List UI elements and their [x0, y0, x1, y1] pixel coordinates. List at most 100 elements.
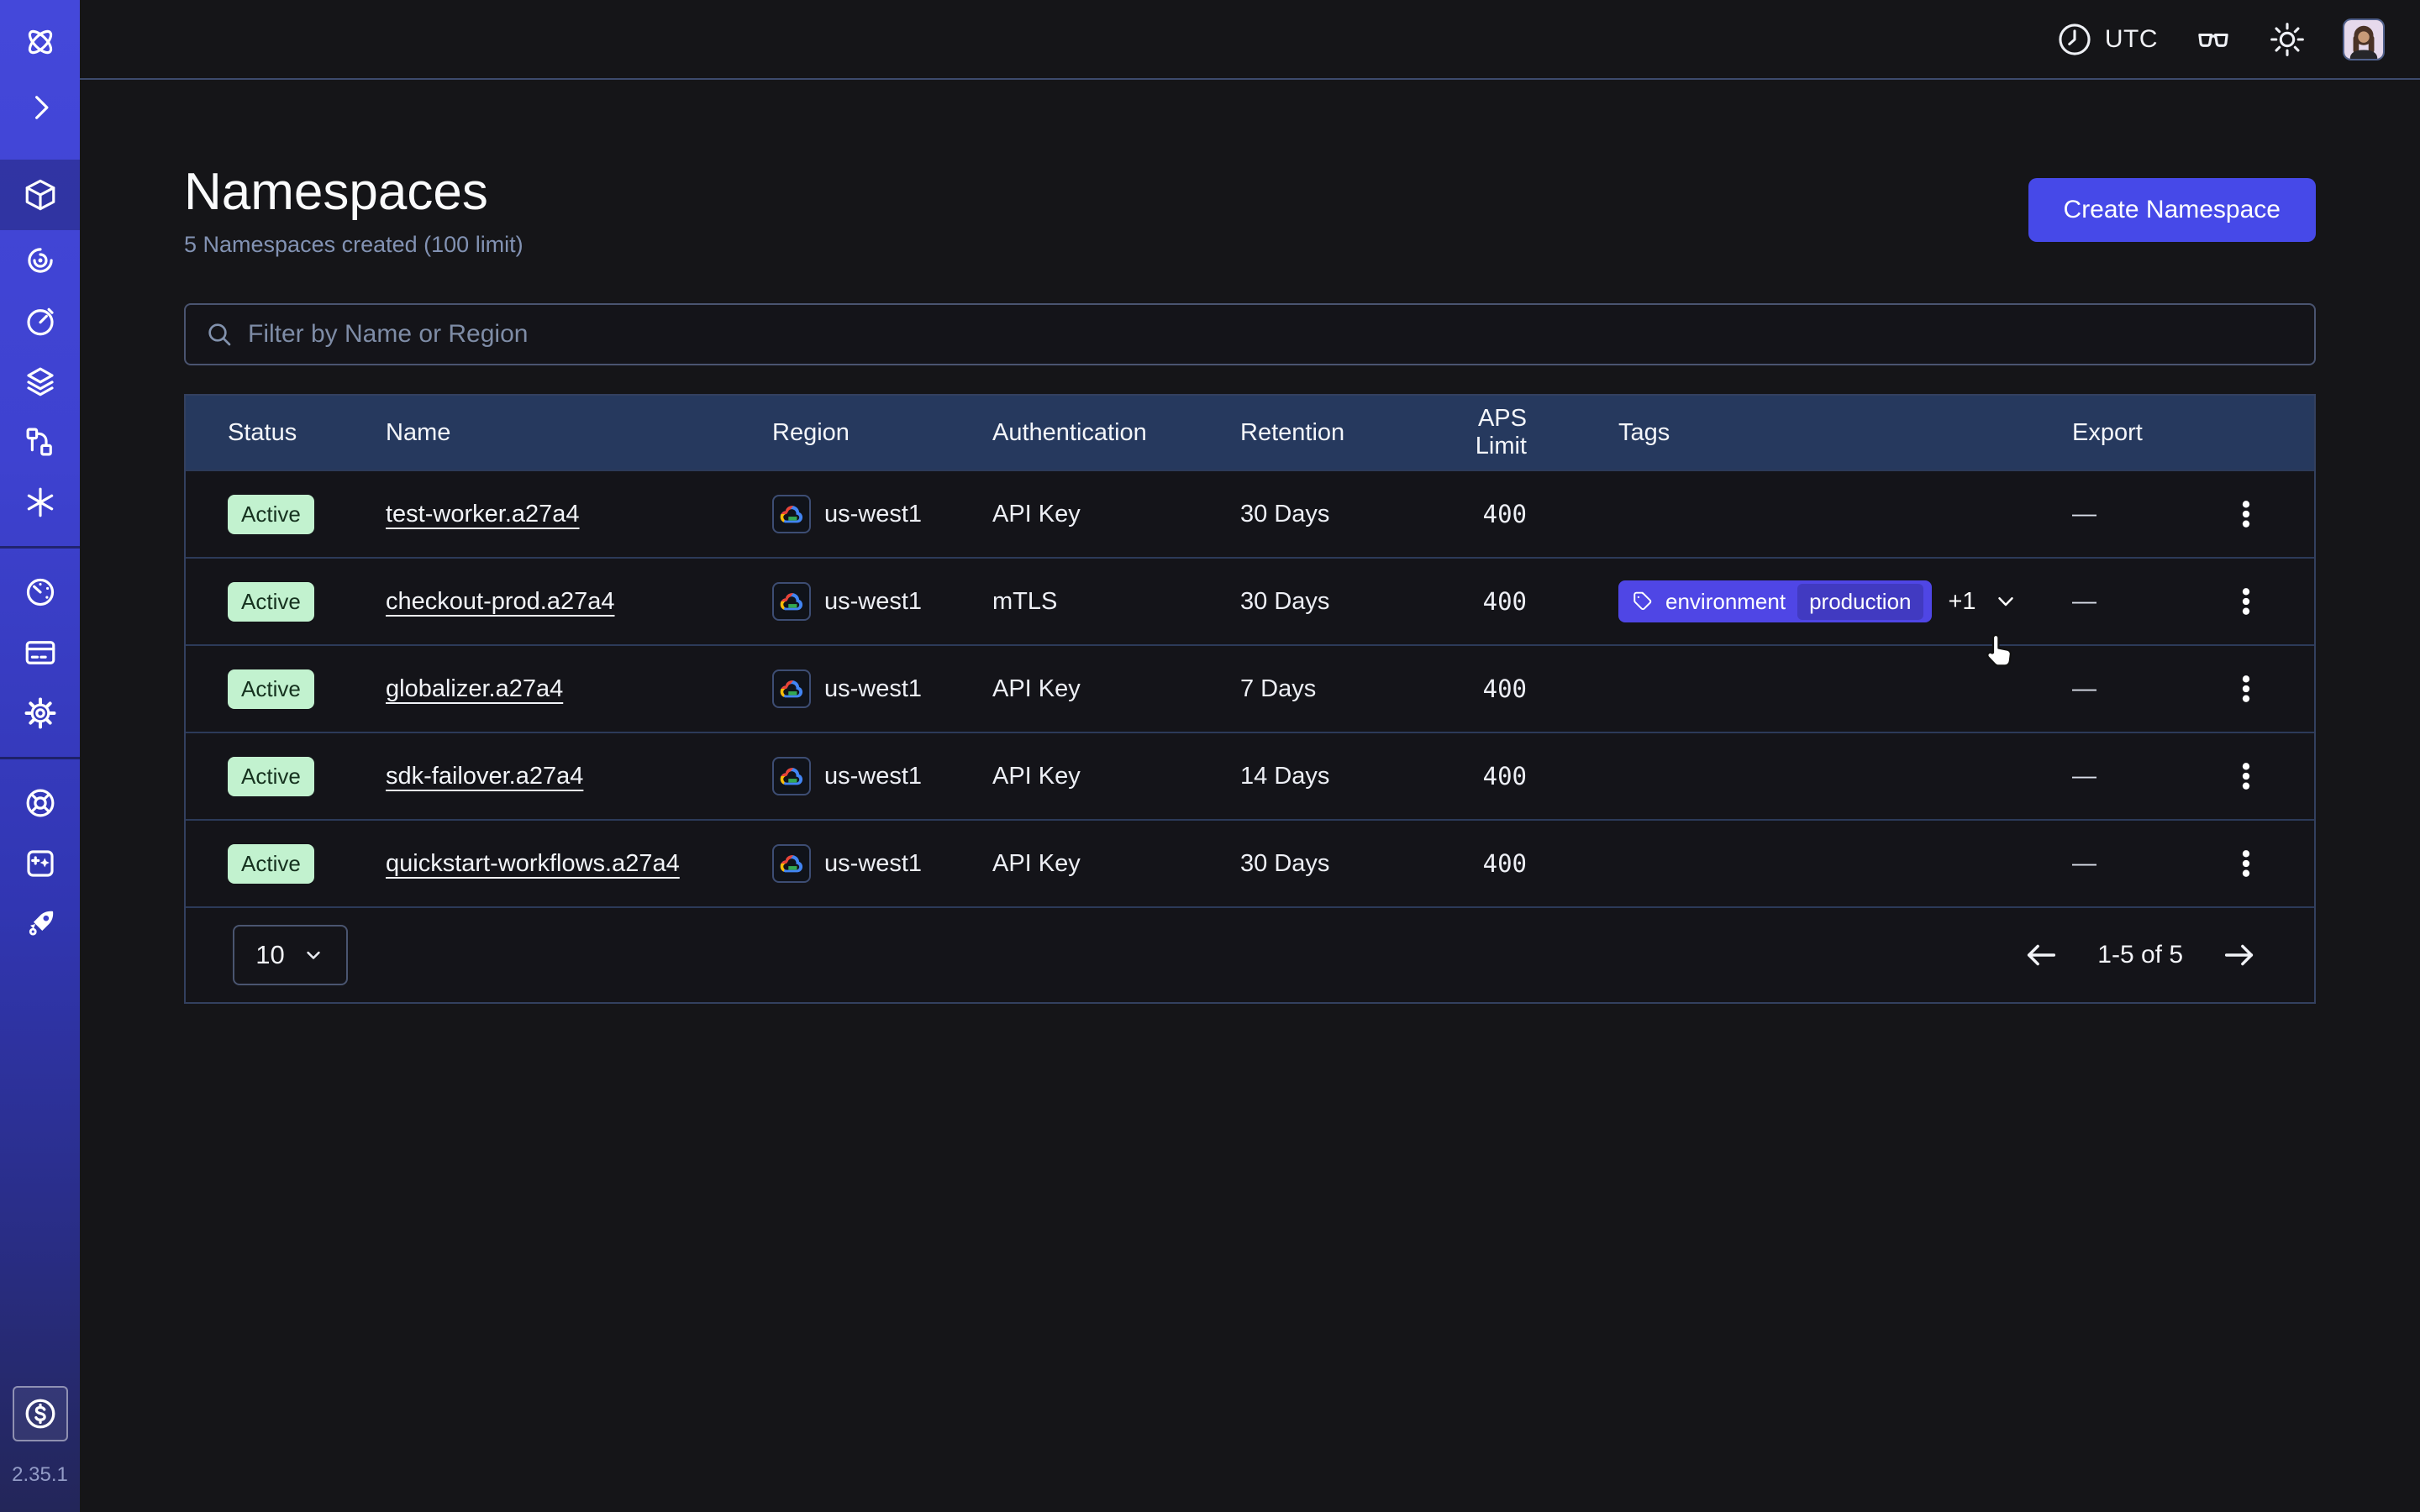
page-title: Namespaces — [184, 162, 523, 222]
auth-method: mTLS — [992, 588, 1240, 616]
kebab-menu-icon — [2229, 672, 2263, 706]
auth-method: API Key — [992, 850, 1240, 878]
row-menu-button[interactable] — [2229, 672, 2263, 706]
kebab-menu-icon — [2229, 847, 2263, 880]
aps-limit: 400 — [1430, 500, 1535, 528]
google-cloud-icon — [772, 844, 811, 883]
filter-search — [184, 303, 2316, 365]
topbar: UTC — [80, 0, 2420, 80]
row-menu-button[interactable] — [2229, 497, 2263, 531]
sidebar-item-schedules[interactable] — [0, 291, 80, 351]
nexus-branch-icon — [23, 424, 58, 459]
export-status: — — [2072, 588, 2186, 616]
table-row: Activetest-worker.a27a4us-west1API Key30… — [186, 470, 2314, 557]
retention-period: 30 Days — [1240, 501, 1430, 528]
table-row: Activequickstart-workflows.a27a4us-west1… — [186, 819, 2314, 906]
workflows-spiral-icon — [23, 243, 58, 278]
sidebar-item-nexus[interactable] — [0, 412, 80, 472]
tag-key: environment — [1665, 589, 1786, 615]
region-label: us-west1 — [824, 763, 922, 790]
kebab-menu-icon — [2229, 497, 2263, 531]
page-size-value: 10 — [255, 940, 284, 970]
table-body: Activetest-worker.a27a4us-west1API Key30… — [186, 470, 2314, 906]
export-status: — — [2072, 501, 2186, 528]
sidebar-item-support[interactable] — [0, 773, 80, 833]
google-cloud-icon — [772, 757, 811, 795]
export-status: — — [2072, 850, 2186, 878]
theme-toggle-sun-icon[interactable] — [2269, 21, 2306, 58]
sidebar-item-getting-started[interactable] — [0, 894, 80, 954]
create-namespace-button[interactable]: Create Namespace — [2028, 178, 2316, 242]
tag-icon — [1632, 591, 1654, 612]
sidebar-item-deployments[interactable] — [0, 351, 80, 412]
upgrade-plan-button[interactable] — [13, 1386, 68, 1441]
retention-period: 30 Days — [1240, 850, 1430, 878]
region-label: us-west1 — [824, 501, 922, 528]
status-badge: Active — [228, 495, 314, 534]
google-cloud-icon — [778, 678, 805, 700]
google-cloud-icon — [772, 669, 811, 708]
tag-badge[interactable]: environment production — [1618, 580, 1932, 622]
google-cloud-icon — [772, 582, 811, 621]
table-header: Status Name Region Authentication Retent… — [186, 396, 2314, 470]
namespaces-cube-icon — [23, 177, 58, 213]
search-icon — [206, 321, 233, 348]
filter-input[interactable] — [248, 320, 2294, 349]
temporal-logo-icon[interactable] — [0, 18, 80, 66]
auth-method: API Key — [992, 675, 1240, 703]
col-region: Region — [772, 419, 992, 447]
sidebar-item-usage[interactable] — [0, 562, 80, 622]
whats-new-icon — [23, 846, 58, 881]
namespace-link[interactable]: test-worker.a27a4 — [386, 501, 580, 528]
col-retention: Retention — [1240, 419, 1430, 447]
sidebar-item-whats-new[interactable] — [0, 833, 80, 894]
namespace-link[interactable]: checkout-prod.a27a4 — [386, 588, 614, 615]
google-cloud-icon — [772, 495, 811, 533]
namespaces-table: Status Name Region Authentication Retent… — [184, 394, 2316, 1004]
google-cloud-icon — [778, 591, 805, 612]
col-aps-limit: APS Limit — [1430, 405, 1535, 460]
aps-limit: 400 — [1430, 762, 1535, 790]
timezone-label: UTC — [2105, 25, 2158, 54]
row-menu-button[interactable] — [2229, 759, 2263, 793]
expand-sidebar-icon[interactable] — [0, 77, 80, 138]
sidebar: 2.35.1 — [0, 0, 80, 1512]
settings-gear-icon — [23, 696, 58, 731]
table-footer: 10 1-5 of 5 — [186, 906, 2314, 1002]
app-root: 2.35.1 UTC Namespaces 5 Namespaces creat… — [0, 0, 2420, 1512]
table-row: Activecheckout-prod.a27a4us-west1mTLS30 … — [186, 557, 2314, 644]
retention-period: 30 Days — [1240, 588, 1430, 616]
next-page-button[interactable] — [2220, 936, 2259, 974]
row-menu-button[interactable] — [2229, 847, 2263, 880]
col-tags: Tags — [1535, 419, 2072, 447]
labs-glasses-icon[interactable] — [2195, 21, 2232, 58]
export-status: — — [2072, 675, 2186, 703]
user-avatar[interactable] — [2343, 18, 2385, 60]
getting-started-rocket-icon — [23, 906, 58, 942]
status-badge: Active — [228, 757, 314, 796]
sidebar-item-billing[interactable] — [0, 622, 80, 683]
tag-value: production — [1797, 584, 1923, 620]
row-menu-button[interactable] — [2229, 585, 2263, 618]
region-label: us-west1 — [824, 588, 922, 616]
support-lifebuoy-icon — [23, 785, 58, 821]
namespace-link[interactable]: globalizer.a27a4 — [386, 675, 563, 702]
sidebar-item-workflows[interactable] — [0, 230, 80, 291]
sidebar-divider — [0, 546, 80, 549]
namespace-link[interactable]: quickstart-workflows.a27a4 — [386, 850, 680, 877]
expand-tags-icon[interactable] — [1993, 589, 2018, 614]
batch-asterisk-icon — [23, 485, 58, 520]
timezone-selector[interactable]: UTC — [2056, 21, 2158, 58]
page-size-select[interactable]: 10 — [233, 925, 348, 985]
more-tags-count: +1 — [1949, 588, 1976, 616]
sidebar-item-settings[interactable] — [0, 683, 80, 743]
schedules-timer-icon — [23, 303, 58, 339]
retention-period: 14 Days — [1240, 763, 1430, 790]
app-version: 2.35.1 — [12, 1463, 68, 1487]
namespace-link[interactable]: sdk-failover.a27a4 — [386, 763, 583, 790]
col-status: Status — [186, 419, 386, 447]
sidebar-item-batch-operations[interactable] — [0, 472, 80, 533]
previous-page-button[interactable] — [2022, 936, 2060, 974]
namespace-count: 5 Namespaces created (100 limit) — [184, 232, 523, 258]
sidebar-item-namespaces[interactable] — [0, 160, 80, 230]
